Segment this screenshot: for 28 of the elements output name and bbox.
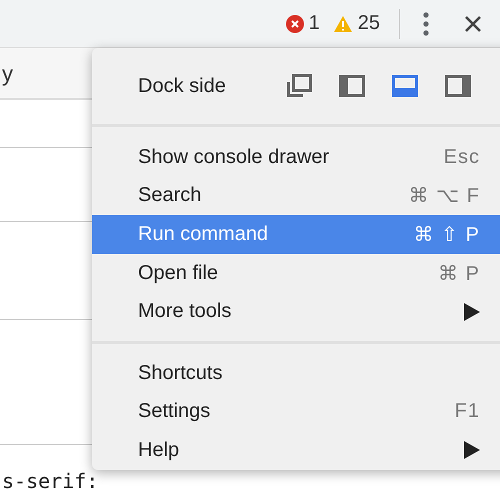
shortcut-text: Esc [444, 146, 480, 169]
menu-item[interactable]: Search ⌘ ⌥ F [92, 176, 500, 216]
shortcut-text: ⌘ ⇧ P [414, 222, 480, 247]
shortcut-text: ⌘ ⌥ F [408, 184, 480, 208]
warning-icon [332, 14, 353, 32]
submenu-arrow-icon [464, 441, 480, 460]
menu-item[interactable]: Run command ⌘ ⇧ P [92, 215, 500, 254]
menu-item[interactable]: Open file ⌘ P [92, 254, 500, 292]
shortcut-text: ⌘ P [438, 262, 480, 286]
header-text: y [2, 61, 13, 87]
more-options-icon[interactable] [423, 12, 429, 36]
undock-icon[interactable] [284, 72, 314, 100]
dock-right-icon[interactable] [443, 72, 473, 100]
error-icon [286, 14, 304, 32]
menu-item[interactable]: Show console drawer Esc [92, 138, 500, 177]
menu-item[interactable]: Shortcuts [92, 354, 500, 393]
close-icon[interactable] [464, 14, 482, 32]
warning-count: 25 [358, 12, 380, 35]
submenu-arrow-icon [464, 302, 480, 321]
error-count: 1 [308, 12, 320, 35]
menu-item[interactable]: More tools [92, 292, 500, 331]
shortcut-text: F1 [454, 400, 480, 424]
dock-side-label: Dock side [138, 74, 227, 98]
menu-item[interactable]: Settings F1 [92, 392, 500, 432]
dock-bottom-icon[interactable] [390, 72, 420, 100]
code-text: s-serif: [2, 469, 98, 493]
dock-left-icon[interactable] [337, 72, 367, 100]
menu-item[interactable]: Help [92, 431, 500, 470]
